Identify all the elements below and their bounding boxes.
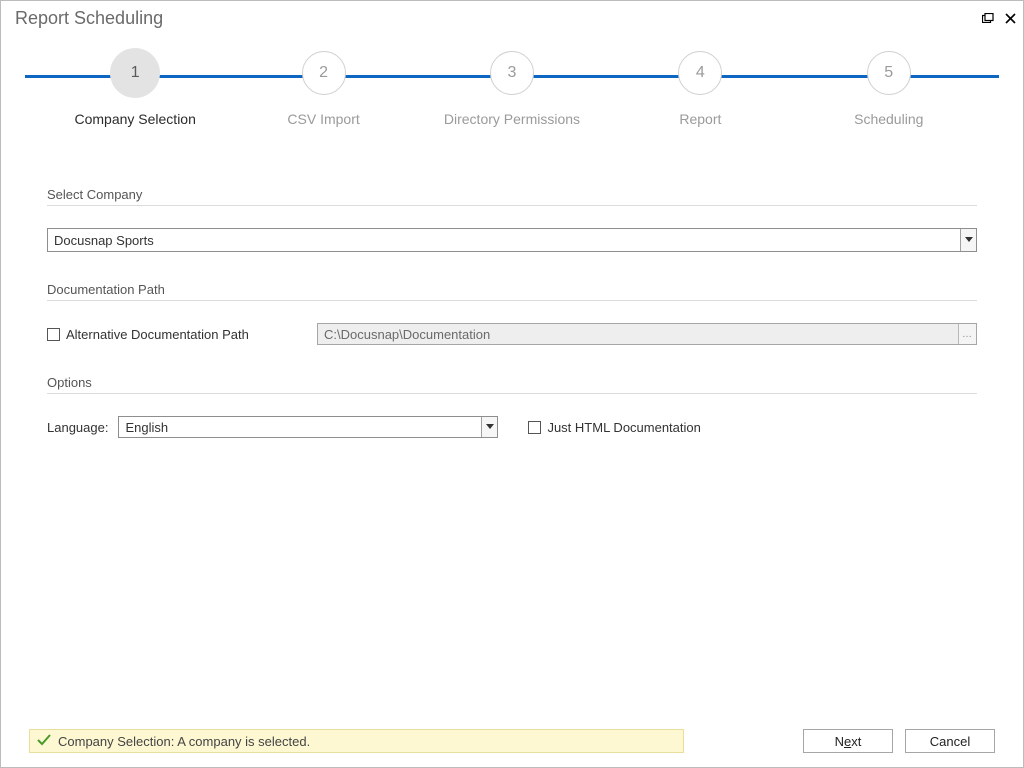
step-label: Report (679, 111, 721, 127)
alt-doc-path-checkbox[interactable]: Alternative Documentation Path (47, 327, 297, 342)
window-title: Report Scheduling (15, 8, 163, 29)
chevron-down-icon[interactable] (960, 229, 976, 251)
section-select-company: Select Company (47, 187, 977, 206)
step-circle: 4 (678, 51, 722, 95)
next-button[interactable]: Next (803, 729, 893, 753)
check-icon (36, 732, 52, 751)
company-dropdown[interactable]: Docusnap Sports (47, 228, 977, 252)
step-label: Company Selection (74, 111, 195, 127)
status-text: Company Selection: A company is selected… (58, 734, 310, 749)
doc-path-input: C:\Docusnap\Documentation … (317, 323, 977, 345)
company-dropdown-value: Docusnap Sports (48, 229, 960, 251)
browse-button[interactable]: … (958, 324, 976, 344)
doc-path-value: C:\Docusnap\Documentation (318, 324, 958, 344)
titlebar: Report Scheduling (1, 1, 1023, 31)
close-icon[interactable] (1003, 11, 1017, 25)
step-label: CSV Import (287, 111, 359, 127)
section-options: Options (47, 375, 977, 394)
step-label: Directory Permissions (444, 111, 580, 127)
language-label: Language: (47, 420, 108, 435)
step-circle: 3 (490, 51, 534, 95)
checkbox-icon (47, 328, 60, 341)
status-bar: Company Selection: A company is selected… (29, 729, 684, 753)
step-label: Scheduling (854, 111, 923, 127)
options-row: Language: English Just HTML Documentatio… (47, 416, 977, 438)
wizard-step-1[interactable]: 1 Company Selection (50, 51, 220, 127)
wizard-step-4[interactable]: 4 Report (615, 51, 785, 127)
language-dropdown-value: English (119, 417, 481, 437)
step-circle: 2 (302, 51, 346, 95)
step-circle: 5 (867, 51, 911, 95)
maximize-icon[interactable] (981, 11, 995, 25)
documentation-path-row: Alternative Documentation Path C:\Docusn… (47, 323, 977, 345)
window-controls (981, 11, 1017, 25)
language-dropdown[interactable]: English (118, 416, 498, 438)
alt-doc-path-label: Alternative Documentation Path (66, 327, 249, 342)
form-area: Select Company Docusnap Sports Documenta… (1, 161, 1023, 438)
wizard-step-2[interactable]: 2 CSV Import (239, 51, 409, 127)
wizard-stepper: 1 Company Selection 2 CSV Import 3 Directory … (1, 51, 1023, 161)
checkbox-icon (528, 421, 541, 434)
cancel-button[interactable]: Cancel (905, 729, 995, 753)
just-html-label: Just HTML Documentation (547, 420, 700, 435)
chevron-down-icon[interactable] (481, 417, 497, 437)
section-documentation-path: Documentation Path (47, 282, 977, 301)
dialog-footer: Company Selection: A company is selected… (29, 729, 995, 753)
wizard-step-5[interactable]: 5 Scheduling (804, 51, 974, 127)
just-html-checkbox[interactable]: Just HTML Documentation (528, 420, 700, 435)
wizard-step-3[interactable]: 3 Directory Permissions (427, 51, 597, 127)
button-row: Next Cancel (803, 729, 995, 753)
step-circle: 1 (113, 51, 157, 95)
report-scheduling-dialog: Report Scheduling 1 Company Selection 2 CSV… (0, 0, 1024, 768)
